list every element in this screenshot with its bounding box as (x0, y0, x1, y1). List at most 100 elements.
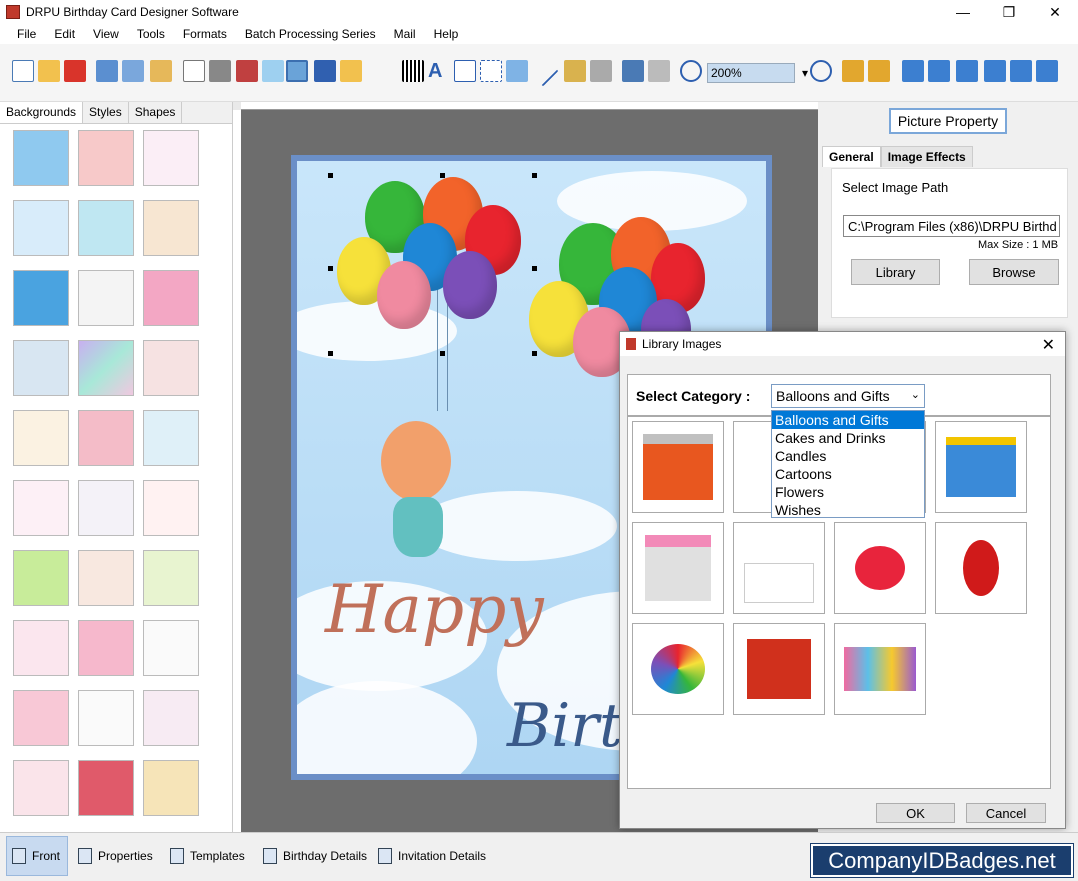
background-thumb[interactable] (78, 340, 134, 396)
background-thumb[interactable] (13, 620, 69, 676)
zoom-out-icon[interactable] (810, 60, 832, 82)
undo-icon[interactable] (622, 60, 644, 82)
minimize-button[interactable]: — (940, 0, 986, 24)
background-thumb[interactable] (13, 410, 69, 466)
gift-icon[interactable] (262, 60, 284, 82)
maximize-button[interactable]: ❐ (986, 0, 1032, 24)
card-text-happy[interactable]: Happy (325, 571, 544, 648)
image-path-input[interactable]: C:\Program Files (x86)\DRPU Birthd (843, 215, 1060, 237)
save-icon[interactable] (96, 60, 118, 82)
category-select[interactable]: Balloons and Gifts ⌄ (771, 384, 925, 408)
tab-general[interactable]: General (822, 146, 881, 167)
background-thumb[interactable] (143, 270, 199, 326)
line-icon[interactable] (527, 55, 559, 87)
menu-view[interactable]: View (84, 27, 128, 41)
library-image-gift-blue[interactable] (935, 421, 1027, 513)
library-image-birthday-balloons[interactable] (733, 522, 825, 614)
library-image-heart-balloons[interactable] (834, 522, 926, 614)
background-thumb[interactable] (143, 200, 199, 256)
category-option-flowers[interactable]: Flowers (772, 483, 924, 501)
menu-help[interactable]: Help (425, 27, 468, 41)
background-thumb[interactable] (143, 620, 199, 676)
background-thumb[interactable] (143, 760, 199, 816)
menu-edit[interactable]: Edit (45, 27, 84, 41)
insert-image-icon[interactable] (286, 60, 308, 82)
library-image-gift-box[interactable] (632, 421, 724, 513)
close-doc-icon[interactable] (64, 60, 86, 82)
signature-icon[interactable] (480, 60, 502, 82)
background-thumb[interactable] (143, 410, 199, 466)
menu-mail[interactable]: Mail (385, 27, 425, 41)
category-option-cartoons[interactable]: Cartoons (772, 465, 924, 483)
pen-icon[interactable] (314, 60, 336, 82)
database-icon[interactable] (564, 60, 586, 82)
background-thumb[interactable] (143, 550, 199, 606)
unlock-icon[interactable] (868, 60, 890, 82)
word-art-icon[interactable] (454, 60, 476, 82)
library-image-balloon-bunch[interactable] (632, 623, 724, 715)
close-button[interactable]: ✕ (1032, 0, 1078, 24)
tab-invitation-details[interactable]: Invitation Details (378, 836, 486, 876)
arrow-down-icon[interactable] (1036, 60, 1058, 82)
chevron-down-icon[interactable]: ⌄ (911, 388, 920, 401)
background-thumb[interactable] (143, 130, 199, 186)
category-option-balloons-and-gifts[interactable]: Balloons and Gifts (772, 411, 924, 429)
background-thumb[interactable] (78, 480, 134, 536)
flip-icon[interactable] (928, 60, 950, 82)
background-thumb[interactable] (13, 550, 69, 606)
zoom-select[interactable]: 200% ▾ (707, 63, 808, 83)
redo-icon[interactable] (648, 60, 670, 82)
background-thumb[interactable] (78, 270, 134, 326)
arrow-up-icon[interactable] (984, 60, 1006, 82)
menu-formats[interactable]: Formats (174, 27, 236, 41)
category-option-candles[interactable]: Candles (772, 447, 924, 465)
background-thumb[interactable] (78, 620, 134, 676)
background-thumb[interactable] (143, 340, 199, 396)
copy-icon[interactable] (236, 60, 258, 82)
print-preview-icon[interactable] (183, 60, 205, 82)
background-thumb[interactable] (13, 480, 69, 536)
text-icon[interactable]: A (428, 60, 450, 82)
background-thumb[interactable] (13, 200, 69, 256)
background-thumb[interactable] (78, 130, 134, 186)
library-image-red-gift[interactable] (733, 623, 825, 715)
menu-file[interactable]: File (8, 27, 45, 41)
background-thumb[interactable] (78, 690, 134, 746)
tab-front[interactable]: Front (6, 836, 68, 876)
balloon-image[interactable] (377, 261, 431, 329)
background-thumb[interactable] (13, 340, 69, 396)
database-settings-icon[interactable] (590, 60, 612, 82)
category-option-cakes-and-drinks[interactable]: Cakes and Drinks (772, 429, 924, 447)
menu-batch-processing[interactable]: Batch Processing Series (236, 27, 385, 41)
library-image-gift-pile[interactable] (834, 623, 926, 715)
mail-icon[interactable] (506, 60, 528, 82)
background-thumb[interactable] (13, 130, 69, 186)
dialog-close-icon[interactable]: ✕ (1042, 335, 1055, 355)
print-icon[interactable] (209, 60, 231, 82)
align-icon[interactable] (1010, 60, 1032, 82)
background-thumb[interactable] (143, 480, 199, 536)
tab-properties[interactable]: Properties (78, 836, 153, 876)
background-thumb[interactable] (78, 410, 134, 466)
cancel-button[interactable]: Cancel (966, 803, 1046, 823)
background-thumb[interactable] (13, 760, 69, 816)
tab-shapes[interactable]: Shapes (129, 102, 183, 123)
browse-button[interactable]: Browse (969, 259, 1059, 285)
arrow-left-icon[interactable] (902, 60, 924, 82)
background-thumb[interactable] (78, 760, 134, 816)
library-image-red-balloons[interactable] (935, 522, 1027, 614)
background-thumb[interactable] (13, 690, 69, 746)
arrow-right-icon[interactable] (956, 60, 978, 82)
background-thumb[interactable] (78, 200, 134, 256)
chevron-down-icon[interactable]: ▾ (802, 66, 808, 80)
tab-birthday-details[interactable]: Birthday Details (263, 836, 367, 876)
save-as-icon[interactable] (122, 60, 144, 82)
balloon-image[interactable] (443, 251, 497, 319)
open-icon[interactable] (38, 60, 60, 82)
lock-icon[interactable] (842, 60, 864, 82)
tab-templates[interactable]: Templates (170, 836, 245, 876)
menu-tools[interactable]: Tools (128, 27, 174, 41)
library-button[interactable]: Library (851, 259, 940, 285)
card-text-birthday[interactable]: Birt (507, 691, 623, 761)
background-thumb[interactable] (143, 690, 199, 746)
